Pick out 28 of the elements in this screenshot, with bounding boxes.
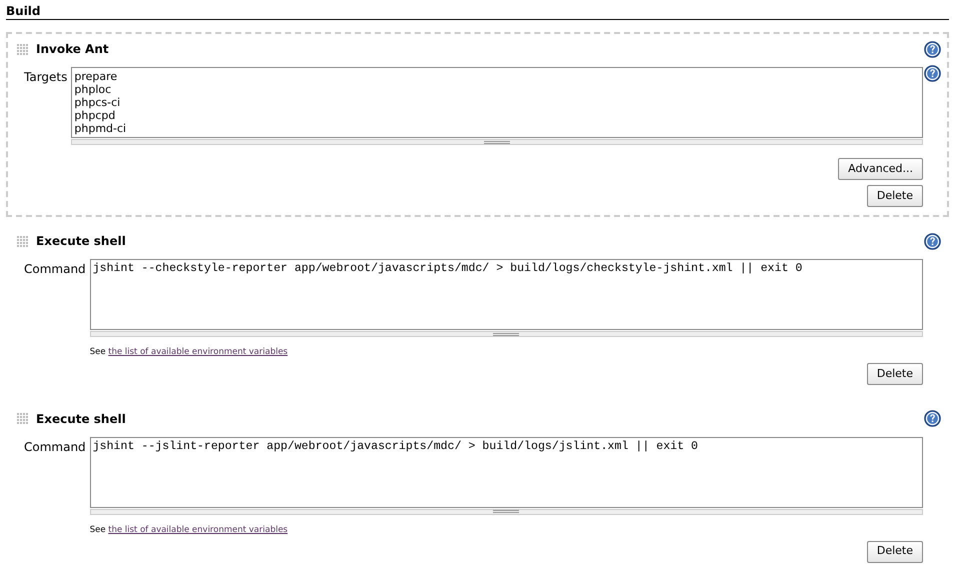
drag-handle-icon[interactable]	[17, 44, 28, 54]
resize-bar[interactable]	[90, 331, 923, 337]
command-field[interactable]: jshint --checkstyle-reporter app/webroot/javascripts/mdc/ > build/logs/checkstyle-jshint.xml || exit 0	[90, 259, 923, 330]
resize-bar[interactable]	[90, 508, 923, 515]
delete-button[interactable]: Delete	[866, 185, 923, 207]
step-title: Execute shell	[36, 233, 126, 250]
hint-text: See	[90, 347, 106, 357]
hint-text: See	[90, 524, 106, 535]
help-icon[interactable]	[924, 65, 941, 82]
resize-bar[interactable]	[71, 139, 923, 145]
drag-handle-icon[interactable]	[17, 236, 28, 246]
step-title: Execute shell	[36, 410, 126, 428]
help-icon[interactable]	[924, 410, 941, 428]
targets-field[interactable]: prepare phploc phpcs-ci phpcpd phpmd-ci	[71, 67, 923, 138]
environment-variables-link[interactable]: the list of available environment variables	[108, 347, 288, 357]
field-label: Targets	[24, 69, 68, 86]
delete-button[interactable]: Delete	[866, 540, 923, 562]
section-title: Build	[6, 4, 949, 20]
advanced-button[interactable]: Advanced...	[838, 158, 923, 180]
help-icon[interactable]	[924, 40, 941, 58]
delete-button[interactable]: Delete	[866, 362, 923, 385]
environment-variables-link[interactable]: the list of available environment variables	[108, 524, 288, 535]
drag-handle-icon[interactable]	[17, 413, 28, 424]
field-label: Command	[24, 438, 87, 456]
field-label: Command	[24, 261, 87, 278]
command-field[interactable]: jshint --jslint-reporter app/webroot/javascripts/mdc/ > build/logs/jslint.xml || exit 0	[90, 436, 923, 508]
step-title: Invoke Ant	[36, 41, 109, 58]
help-icon[interactable]	[924, 232, 941, 250]
